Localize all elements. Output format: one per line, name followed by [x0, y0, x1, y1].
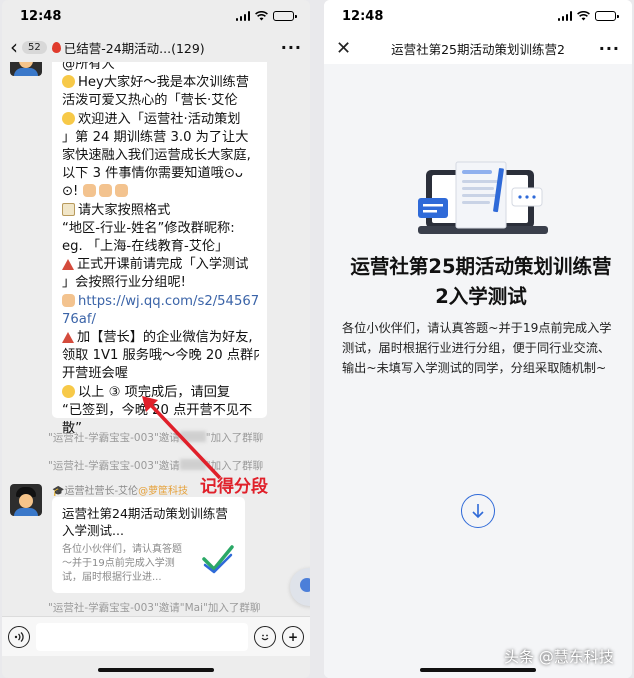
close-button[interactable]: ✕ — [336, 38, 360, 59]
unread-badge: 52 — [22, 40, 47, 54]
survey-description: 各位小伙伴们，请认真答题~并于19点前完成入学测试，届时根据行业进行分组，便于同… — [342, 321, 612, 375]
message-line: Hey大家好～我是本次训练营 — [62, 74, 259, 92]
chat-header: ‹ 52 已结营-24期活动...(129) ··· — [2, 32, 310, 62]
message-line: 以下 3 件事情你需要知道哦⊙ᴗ — [62, 166, 243, 182]
pointing-down-emoji-icon — [114, 184, 128, 198]
emoji-button[interactable] — [254, 625, 276, 648]
message-line: 开营班会喔 — [62, 366, 128, 382]
home-indicator — [98, 668, 214, 672]
webview-title: 运营社第25期活动策划训练营2 — [391, 41, 565, 57]
pointing-down-emoji-icon — [82, 184, 96, 198]
message-bubble[interactable]: @所有人 Hey大家好～我是本次训练营 活泼可爱又热心的「营长·艾伦 欢迎进入「… — [52, 62, 267, 436]
scroll-down-button[interactable] — [461, 494, 495, 528]
status-bar: 12:48 — [2, 0, 310, 32]
status-icons — [235, 11, 297, 21]
sound-waves-icon — [14, 631, 24, 642]
sender-name: 🎓运营社营长-艾伦@萝筐科技 — [52, 486, 189, 497]
avatar[interactable] — [10, 62, 42, 76]
chat-title-text: 已结营-24期活动...(129) — [63, 40, 205, 56]
message-line: ⊙! — [62, 183, 259, 201]
input-bar: + — [2, 616, 310, 656]
back-button[interactable]: ‹ 52 — [10, 37, 47, 57]
graduation-cap-icon: 🎓 — [52, 486, 65, 497]
chevron-left-icon: ‹ — [10, 35, 18, 59]
smile-emoji-icon — [62, 75, 75, 89]
red-triangle-icon — [62, 332, 74, 344]
checkmark-logo-icon — [202, 545, 234, 574]
system-message: "运营社-学霸宝宝-003"邀请 "加入了群聊 — [48, 459, 264, 472]
message-line: @所有人 — [62, 62, 115, 72]
laptop-document-illustration — [418, 161, 548, 234]
message-line: 请大家按照格式 — [62, 202, 259, 220]
arrow-down-icon — [472, 504, 484, 519]
message-link[interactable]: 76af/ — [62, 311, 259, 329]
status-bar: 12:48 — [324, 0, 632, 32]
system-message: "运营社-学霸宝宝-003"邀请 "加入了群聊 — [48, 431, 264, 444]
red-triangle-icon — [62, 259, 74, 271]
survey-share-card[interactable]: 运营社第24期活动策划训练营入学测试... 各位小伙伴们，请认真答题～并于19点… — [52, 497, 245, 593]
right-phone-screen: 12:48 ✕ 运营社第25期活动策划训练营2 ··· 运营社第25期活动策划训… — [324, 0, 632, 678]
more-button[interactable]: ··· — [599, 39, 620, 58]
card-description: 各位小伙伴们，请认真答题～并于19点前完成入学测试，届时根据行业进... — [62, 544, 182, 583]
balloon-icon — [51, 41, 61, 53]
message-input[interactable] — [36, 622, 248, 651]
avatar[interactable] — [10, 484, 42, 516]
floating-window-button[interactable] — [290, 568, 310, 606]
battery-icon — [595, 11, 619, 21]
more-functions-button[interactable]: + — [282, 625, 304, 648]
annotation-text: 记得分段 — [200, 477, 268, 497]
message-line: 活泼可爱又热心的「营长·艾伦 — [62, 93, 238, 109]
status-time: 12:48 — [342, 8, 384, 24]
card-title: 运营社第24期活动策划训练营入学测试... — [62, 506, 228, 538]
signal-icon — [557, 11, 572, 21]
plus-icon: + — [287, 629, 299, 644]
message-line: eg. 「上海-在线教育-艾伦」 — [62, 239, 229, 255]
battery-icon — [273, 11, 297, 21]
status-icons — [557, 11, 619, 21]
message-line: “已签到，今晚 20 点开营不见不 — [62, 402, 253, 418]
sender-company-tag: @萝筐科技 — [138, 486, 189, 497]
message-link[interactable]: https://wj.qq.com/s2/5456782/ — [62, 293, 259, 311]
chat-title: 已结营-24期活动...(129) — [51, 38, 281, 57]
wifi-icon — [255, 11, 268, 21]
survey-title: 运营社第25期活动策划训练营2入学测试 — [350, 255, 612, 308]
grin-emoji-icon — [62, 111, 75, 125]
smile-emoji-icon — [62, 384, 75, 398]
voice-input-button[interactable] — [8, 625, 30, 648]
home-indicator — [420, 668, 536, 672]
watermark: 头条 @慧东科技 — [504, 648, 614, 666]
message-line: 领取 1V1 服务哦～今晚 20 点群内有 — [62, 348, 259, 364]
message-line: 正式开课前请完成「入学测试 — [62, 256, 259, 274]
pointing-down-emoji-icon — [98, 184, 112, 198]
message-line: 以上 ③ 项完成后，请回复 — [62, 384, 259, 402]
message-line: 」会按照行业分组呢! — [62, 275, 186, 291]
memo-emoji-icon — [62, 202, 75, 216]
more-button[interactable]: ··· — [281, 38, 302, 57]
wifi-icon — [577, 11, 590, 21]
status-time: 12:48 — [20, 8, 62, 24]
webview-header: ✕ 运营社第25期活动策划训练营2 ··· — [324, 32, 632, 64]
message-line: 加【营长】的企业微信为好友, — [62, 329, 259, 347]
system-message: "运营社-学霸宝宝-003"邀请"Mai"加入了群聊 — [48, 602, 261, 614]
message-list[interactable]: @所有人 Hey大家好～我是本次训练营 活泼可爱又热心的「营长·艾伦 欢迎进入「… — [2, 62, 310, 616]
message-line: 」第 24 期训练营 3.0 为了让大 — [62, 129, 249, 145]
message-line: “地区-行业-姓名”修改群昵称: — [62, 220, 235, 236]
smiley-face-icon — [261, 634, 269, 640]
message-text: @所有人 Hey大家好～我是本次训练营 活泼可爱又热心的「营长·艾伦 欢迎进入「… — [52, 62, 267, 444]
left-phone-screen: 12:48 ‹ 52 已结营-24期活动...(129) ··· @所有人 He… — [2, 0, 310, 678]
message-line: 家快速融入我们运营成长大家庭, — [62, 148, 251, 164]
pointing-right-emoji-icon — [62, 293, 75, 307]
signal-icon — [235, 11, 250, 21]
message-line: 欢迎进入「运营社·活动策划 — [62, 111, 259, 129]
